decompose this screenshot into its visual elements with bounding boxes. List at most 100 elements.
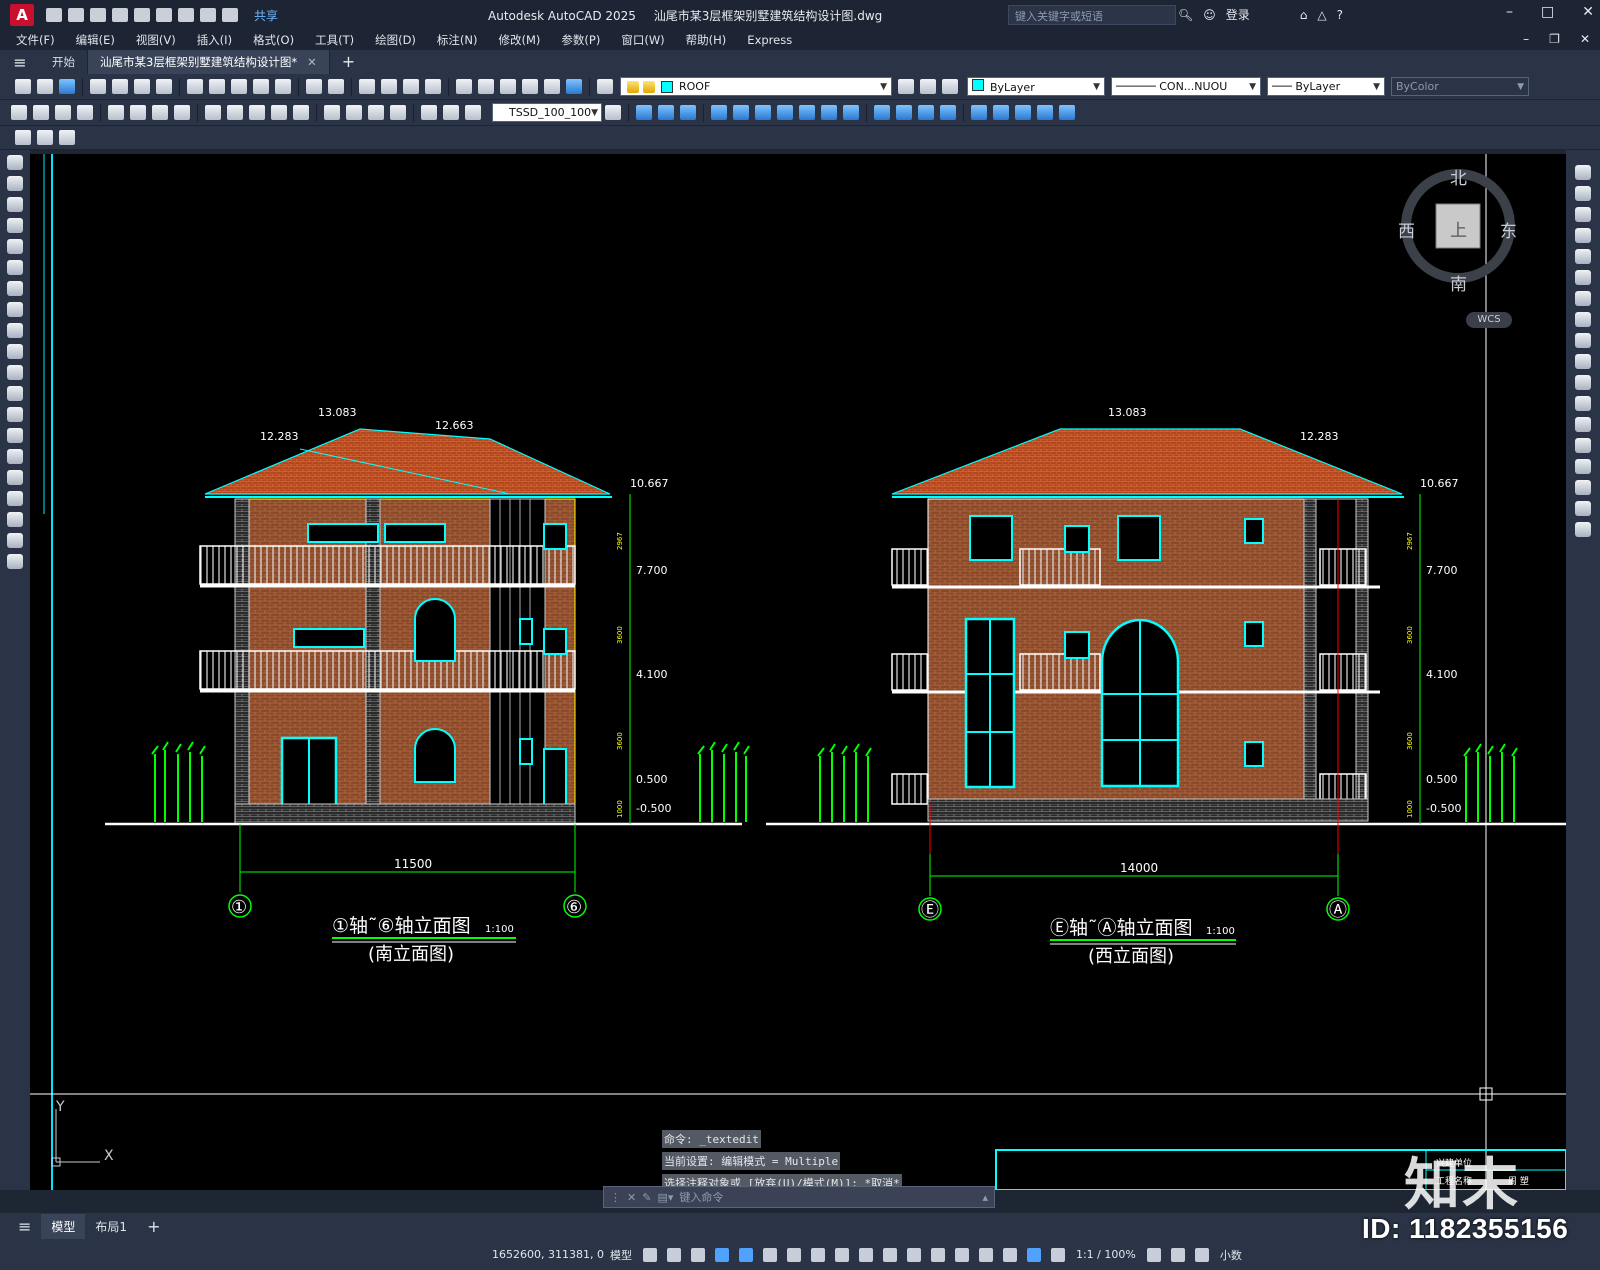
pan-icon[interactable]: [359, 79, 375, 94]
viewcube-west-label[interactable]: 西: [1398, 217, 1415, 242]
view-left-icon[interactable]: [680, 105, 696, 120]
join-icon[interactable]: [1575, 438, 1591, 453]
color-dropdown[interactable]: ByLayer ▼: [967, 77, 1105, 96]
array-icon[interactable]: [1575, 249, 1591, 264]
viewcube-top-face[interactable]: 上: [1450, 216, 1467, 241]
menu-view[interactable]: 视图(V): [136, 32, 176, 48]
polygon-icon[interactable]: [7, 218, 23, 233]
copy-icon[interactable]: [209, 79, 225, 94]
ucs-world-icon[interactable]: [993, 105, 1009, 120]
object-snap-icon[interactable]: [834, 1247, 849, 1262]
autocad-logo-icon[interactable]: A: [10, 4, 34, 26]
ellipse-arc-icon[interactable]: [7, 365, 23, 380]
selection-cycling-icon[interactable]: [906, 1247, 921, 1262]
line-icon[interactable]: [7, 155, 23, 170]
view-back-icon[interactable]: [755, 105, 771, 120]
selection-filter-icon[interactable]: [978, 1247, 993, 1262]
multiline-text-icon[interactable]: [7, 533, 23, 548]
tab-active-drawing[interactable]: 汕尾市某3层框架别墅建筑结构设计图* ✕: [88, 50, 330, 74]
new-file-icon[interactable]: [46, 8, 62, 22]
plotstyle-dropdown[interactable]: ByColor ▼: [1391, 77, 1529, 96]
hatch-icon[interactable]: [7, 449, 23, 464]
explode-icon[interactable]: [1575, 522, 1591, 537]
menu-parametric[interactable]: 参数(P): [561, 32, 600, 48]
design-center-icon[interactable]: [478, 79, 494, 94]
annotation-monitor-icon[interactable]: [1170, 1247, 1185, 1262]
paste-icon[interactable]: [231, 79, 247, 94]
ortho-icon[interactable]: [738, 1247, 753, 1262]
linear-dim-icon[interactable]: [11, 105, 27, 120]
command-close-icon[interactable]: ✕: [627, 1191, 636, 1204]
edit-text-icon[interactable]: [15, 130, 31, 145]
menu-modify[interactable]: 修改(M): [499, 32, 541, 48]
command-prompt-icon[interactable]: ▤▾: [657, 1191, 673, 1204]
mirror-icon[interactable]: [1575, 207, 1591, 222]
circle-icon[interactable]: [7, 281, 23, 296]
search-icon[interactable]: 🔍︎: [1178, 8, 1193, 22]
new-tab-icon[interactable]: +: [330, 50, 367, 74]
menu-help[interactable]: 帮助(H): [686, 32, 727, 48]
snap-icon[interactable]: [666, 1247, 681, 1262]
insert-block-icon[interactable]: [7, 386, 23, 401]
aligned-dim-icon[interactable]: [33, 105, 49, 120]
ordinate-dim-icon[interactable]: [77, 105, 93, 120]
zoom-realtime-icon[interactable]: [381, 79, 397, 94]
extend-icon[interactable]: [1575, 375, 1591, 390]
maximize-icon[interactable]: □: [1541, 4, 1554, 20]
arc-length-dim-icon[interactable]: [55, 105, 71, 120]
tab-layout1[interactable]: 布局1: [85, 1214, 137, 1239]
zoom-window-icon[interactable]: [403, 79, 419, 94]
menu-insert[interactable]: 插入(I): [197, 32, 232, 48]
help-toolbar-icon[interactable]: [566, 79, 582, 94]
center-mark-icon[interactable]: [346, 105, 362, 120]
south-elevation[interactable]: 13.083 12.663 12.283 10.667 7.700 4.100 …: [105, 406, 750, 965]
model-space-toggle[interactable]: 模型: [610, 1247, 632, 1263]
help-icon[interactable]: ?: [1337, 8, 1343, 22]
viewcube-south-label[interactable]: 南: [1450, 270, 1467, 295]
region-icon[interactable]: [7, 491, 23, 506]
drawing-canvas[interactable]: 13.083 12.663 12.283 10.667 7.700 4.100 …: [30, 154, 1566, 1190]
scale-icon[interactable]: [1575, 312, 1591, 327]
ucs-icon[interactable]: [971, 105, 987, 120]
erase-icon[interactable]: [1575, 165, 1591, 180]
print-preview-icon[interactable]: [112, 79, 128, 94]
menu-format[interactable]: 格式(O): [253, 32, 294, 48]
doc-close-icon[interactable]: ✕: [1580, 32, 1590, 46]
layer-dropdown[interactable]: ROOF ▼: [620, 77, 892, 96]
linetype-dropdown[interactable]: ────── CON...NUOU ▼: [1111, 77, 1261, 96]
gradient-icon[interactable]: [7, 470, 23, 485]
dim-update-icon[interactable]: [465, 105, 481, 120]
workspace-gear-icon[interactable]: [1146, 1247, 1161, 1262]
layer-properties-icon[interactable]: [597, 79, 613, 94]
layer-state-icon[interactable]: [942, 79, 958, 94]
hamburger-menu-icon[interactable]: ≡: [0, 50, 40, 74]
lineweight-dropdown[interactable]: ─── ByLayer ▼: [1267, 77, 1385, 96]
table-edit-icon[interactable]: [59, 130, 75, 145]
chamfer-icon[interactable]: [1575, 459, 1591, 474]
copy-object-icon[interactable]: [1575, 186, 1591, 201]
annotation-scale[interactable]: 1:1 / 100%: [1076, 1248, 1136, 1261]
redo-toolbar-icon[interactable]: [328, 79, 344, 94]
view-front-icon[interactable]: [733, 105, 749, 120]
ucs-object-icon[interactable]: [1059, 105, 1075, 120]
command-customize-icon[interactable]: ✎: [642, 1191, 651, 1204]
doc-restore-icon[interactable]: ❐: [1549, 32, 1560, 46]
share-button[interactable]: 共享: [254, 7, 278, 24]
autodesk-icon[interactable]: △: [1317, 8, 1326, 22]
print-icon[interactable]: [90, 79, 106, 94]
baseline-dim-icon[interactable]: [227, 105, 243, 120]
blend-curves-icon[interactable]: [1575, 501, 1591, 516]
arc-icon[interactable]: [7, 260, 23, 275]
plot-icon[interactable]: [178, 8, 194, 22]
open-icon[interactable]: [37, 79, 53, 94]
tab-close-icon[interactable]: ✕: [307, 55, 317, 69]
add-selected-icon[interactable]: [7, 554, 23, 569]
break-icon[interactable]: [1575, 417, 1591, 432]
offset-icon[interactable]: [1575, 228, 1591, 243]
open-from-web-icon[interactable]: [134, 8, 150, 22]
redo-icon[interactable]: [222, 8, 238, 22]
undo-icon[interactable]: [200, 8, 216, 22]
open-file-icon[interactable]: [68, 8, 84, 22]
menu-express[interactable]: Express: [747, 33, 792, 47]
sheet-set-icon[interactable]: [522, 79, 538, 94]
